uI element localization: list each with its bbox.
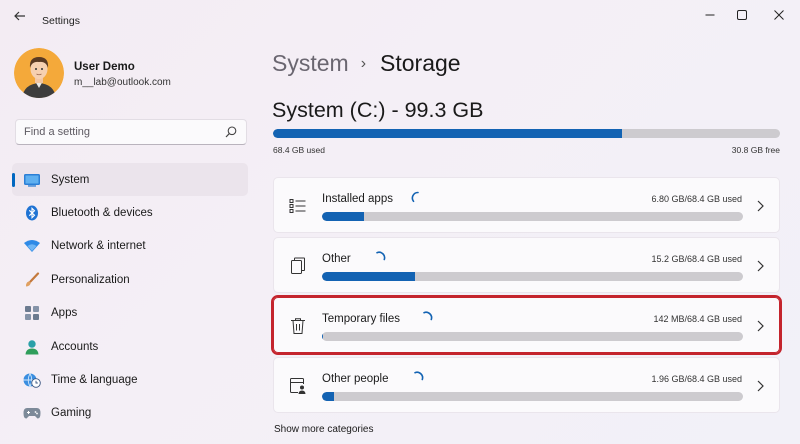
sidebar-item-label: Network & internet: [51, 240, 146, 253]
category-usage-fill: [322, 212, 364, 221]
brush-icon: [23, 271, 41, 289]
drive-usage-fill: [273, 129, 623, 138]
sidebar-item-gaming[interactable]: Gaming: [12, 397, 248, 430]
back-button[interactable]: [10, 8, 30, 24]
breadcrumb: System › Storage: [272, 50, 461, 77]
category-usage-bar: [322, 392, 743, 401]
category-usage-fill: [322, 272, 416, 281]
category-label: Installed apps: [322, 193, 393, 205]
loading-spinner-icon: [376, 251, 386, 261]
category-usage-bar: [322, 272, 743, 281]
app-title: Settings: [42, 15, 80, 27]
sidebar-item-bluetooth[interactable]: Bluetooth & devices: [12, 196, 248, 229]
breadcrumb-parent[interactable]: System: [272, 50, 349, 77]
page-title: Storage: [380, 50, 461, 76]
title-bar: Settings: [0, 0, 800, 32]
user-avatar-icon: [14, 48, 64, 98]
category-temporary-files[interactable]: Temporary files 142 MB/68.4 GB used: [271, 295, 782, 355]
drive-usage-bar: [273, 129, 780, 138]
trash-icon: [288, 316, 308, 336]
loading-spinner-icon: [411, 191, 419, 203]
other-files-icon: [288, 256, 308, 276]
chevron-right-icon: ›: [360, 54, 367, 72]
drive-free-label: 30.8 GB free: [731, 145, 780, 155]
category-size: 142 MB/68.4 GB used: [653, 314, 742, 324]
chevron-right-icon: [757, 320, 764, 332]
installed-apps-icon: [288, 196, 308, 216]
search-icon[interactable]: [224, 125, 238, 139]
sidebar-nav: System Bluetooth & devices Network & int…: [12, 163, 248, 430]
category-other[interactable]: Other 15.2 GB/68.4 GB used: [273, 237, 780, 293]
accounts-icon: [23, 338, 41, 356]
back-arrow-icon: [14, 11, 25, 21]
user-name: User Demo: [74, 61, 135, 73]
wifi-icon: [23, 237, 41, 255]
category-usage-fill: [322, 332, 324, 341]
drive-used-label: 68.4 GB used: [273, 145, 325, 155]
sidebar-item-time-language[interactable]: Time & language: [12, 363, 248, 396]
gamepad-icon: [23, 404, 41, 422]
category-label: Other: [322, 253, 351, 265]
loading-spinner-icon: [414, 371, 424, 381]
storage-categories: Installed apps 6.80 GB/68.4 GB used Othe…: [271, 177, 782, 417]
minimize-button[interactable]: [699, 6, 721, 24]
maximize-button[interactable]: [731, 6, 753, 24]
category-size: 15.2 GB/68.4 GB used: [651, 254, 742, 264]
maximize-icon: [737, 10, 747, 20]
category-usage-bar: [322, 332, 743, 341]
laptop-icon: [23, 171, 41, 189]
search-box[interactable]: [15, 119, 247, 145]
category-label: Other people: [322, 373, 389, 385]
category-size: 6.80 GB/68.4 GB used: [651, 194, 742, 204]
category-installed-apps[interactable]: Installed apps 6.80 GB/68.4 GB used: [273, 177, 780, 233]
sidebar-item-apps[interactable]: Apps: [12, 297, 248, 330]
loading-spinner-icon: [423, 311, 433, 321]
minimize-icon: [705, 14, 715, 16]
user-email: m__lab@outlook.com: [74, 77, 171, 88]
category-usage-fill: [322, 392, 335, 401]
sidebar-item-label: System: [51, 173, 90, 186]
category-size: 1.96 GB/68.4 GB used: [651, 374, 742, 384]
sidebar-item-network[interactable]: Network & internet: [12, 230, 248, 263]
globe-clock-icon: [23, 371, 41, 389]
sidebar-item-label: Apps: [51, 307, 78, 320]
sidebar-item-label: Time & language: [51, 374, 138, 387]
category-label: Temporary files: [322, 313, 400, 325]
show-more-categories-link[interactable]: Show more categories: [274, 424, 374, 435]
chevron-right-icon: [757, 200, 764, 212]
sidebar-item-accounts[interactable]: Accounts: [12, 330, 248, 363]
chevron-right-icon: [757, 260, 764, 272]
sidebar-item-label: Gaming: [51, 407, 92, 420]
bluetooth-icon: [23, 204, 41, 222]
category-usage-bar: [322, 212, 743, 221]
sidebar-item-label: Accounts: [51, 340, 99, 353]
sidebar-item-system[interactable]: System: [12, 163, 248, 197]
drive-title: System (C:) - 99.3 GB: [272, 98, 484, 122]
search-input[interactable]: [16, 120, 221, 144]
avatar[interactable]: [14, 48, 64, 98]
chevron-right-icon: [757, 380, 764, 392]
active-indicator: [12, 173, 15, 187]
category-other-people[interactable]: Other people 1.96 GB/68.4 GB used: [273, 357, 780, 413]
sidebar-item-label: Personalization: [51, 273, 130, 286]
other-people-icon: [288, 376, 308, 396]
close-button[interactable]: [768, 6, 790, 24]
sidebar-item-label: Bluetooth & devices: [51, 207, 153, 220]
apps-icon: [23, 304, 41, 322]
sidebar-item-personalization[interactable]: Personalization: [12, 263, 248, 296]
close-icon: [774, 10, 784, 20]
